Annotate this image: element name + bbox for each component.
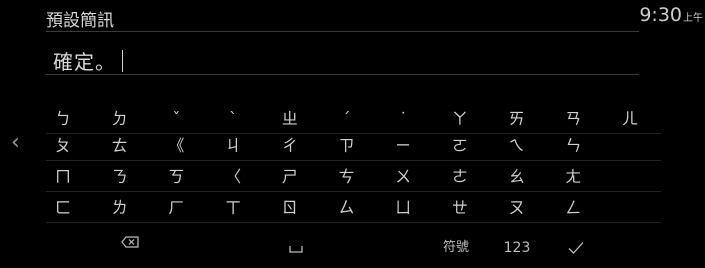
key[interactable]: ˊ bbox=[319, 108, 375, 130]
space-button[interactable] bbox=[271, 236, 321, 260]
row-divider bbox=[46, 191, 661, 192]
key[interactable]: ㄚ bbox=[432, 108, 488, 130]
confirm-button[interactable] bbox=[551, 236, 601, 260]
key[interactable]: ㄉ bbox=[92, 108, 148, 130]
key[interactable]: ㄕ bbox=[262, 166, 318, 188]
key[interactable]: ㄣ bbox=[545, 135, 601, 157]
key[interactable]: ㄢ bbox=[545, 108, 601, 130]
key[interactable]: ㄌ bbox=[92, 197, 148, 219]
numbers-button[interactable]: 123 bbox=[492, 236, 542, 260]
key[interactable]: ㄝ bbox=[432, 197, 488, 219]
key[interactable]: ㄡ bbox=[489, 197, 545, 219]
key[interactable]: ㄤ bbox=[545, 166, 601, 188]
key[interactable]: ㄛ bbox=[432, 135, 488, 157]
backspace-button[interactable] bbox=[110, 236, 150, 260]
key[interactable]: ㄞ bbox=[489, 108, 545, 130]
key-row: ㄅㄉ ˇ ˋ ㄓ ˊ ˙ ㄚㄞㄢㄦ bbox=[46, 108, 661, 134]
key[interactable]: ˙ bbox=[375, 108, 431, 130]
row-divider bbox=[46, 133, 661, 134]
key[interactable]: ㄋ bbox=[92, 166, 148, 188]
key[interactable]: ˋ bbox=[205, 108, 261, 130]
message-input[interactable]: 確定。 bbox=[46, 44, 639, 74]
key[interactable]: ㄔ bbox=[262, 135, 318, 157]
keyboard-bottom-bar: 符號 123 bbox=[46, 236, 661, 264]
clock-time: 9:30 bbox=[639, 4, 682, 26]
key[interactable]: ㄓ bbox=[262, 108, 318, 130]
header-divider bbox=[46, 31, 639, 32]
key[interactable]: ㄦ bbox=[602, 108, 658, 130]
key[interactable]: 《 bbox=[148, 135, 204, 157]
key[interactable]: ㄐ bbox=[205, 135, 261, 157]
message-input-value: 確定。 bbox=[53, 50, 116, 74]
key[interactable]: ㄆ bbox=[35, 135, 91, 157]
clock-ampm: 上午 bbox=[683, 13, 703, 24]
clock: 9:30上午 bbox=[639, 4, 703, 26]
key[interactable]: ㄩ bbox=[375, 197, 431, 219]
key[interactable]: ㄏ bbox=[148, 197, 204, 219]
backspace-icon bbox=[121, 236, 139, 248]
key[interactable]: ㄅ bbox=[35, 108, 91, 130]
key[interactable]: ㄊ bbox=[92, 135, 148, 157]
key[interactable]: ㄥ bbox=[545, 197, 601, 219]
page-title: 預設簡訊 bbox=[46, 11, 114, 31]
key-row: ㄈㄌㄏㄒㄖㄙㄩㄝㄡㄥ bbox=[46, 197, 661, 223]
row-divider bbox=[46, 222, 661, 223]
key[interactable]: ㄠ bbox=[489, 166, 545, 188]
checkmark-icon bbox=[568, 242, 584, 254]
key[interactable]: ㄟ bbox=[489, 135, 545, 157]
symbols-button[interactable]: 符號 bbox=[431, 236, 481, 260]
space-icon bbox=[289, 246, 303, 253]
key-row: ㄆㄊ《ㄐㄔㄗㄧㄛㄟㄣ bbox=[46, 135, 661, 161]
key[interactable]: ㄨ bbox=[375, 166, 431, 188]
key[interactable]: ㄧ bbox=[375, 135, 431, 157]
key[interactable]: ㄜ bbox=[432, 166, 488, 188]
key[interactable]: ㄈ bbox=[35, 197, 91, 219]
text-caret bbox=[122, 50, 123, 72]
key[interactable]: ㄗ bbox=[319, 135, 375, 157]
keyboard-prev-page-button[interactable]: ‹ bbox=[11, 130, 20, 155]
key[interactable]: ㄖ bbox=[262, 197, 318, 219]
key[interactable]: ㄎ bbox=[148, 166, 204, 188]
key[interactable]: ˇ bbox=[148, 108, 204, 130]
message-input-text: 確定。 bbox=[53, 46, 123, 75]
input-underline bbox=[46, 74, 639, 75]
key[interactable]: ㄙ bbox=[319, 197, 375, 219]
key[interactable]: ㄘ bbox=[319, 166, 375, 188]
header: 預設簡訊 9:30上午 bbox=[0, 0, 705, 32]
key-row: ㄇㄋㄎ〈ㄕㄘㄨㄜㄠㄤ bbox=[46, 166, 661, 192]
row-divider bbox=[46, 160, 661, 161]
key[interactable]: 〈 bbox=[205, 166, 261, 188]
key[interactable]: ㄇ bbox=[35, 166, 91, 188]
key[interactable]: ㄒ bbox=[205, 197, 261, 219]
